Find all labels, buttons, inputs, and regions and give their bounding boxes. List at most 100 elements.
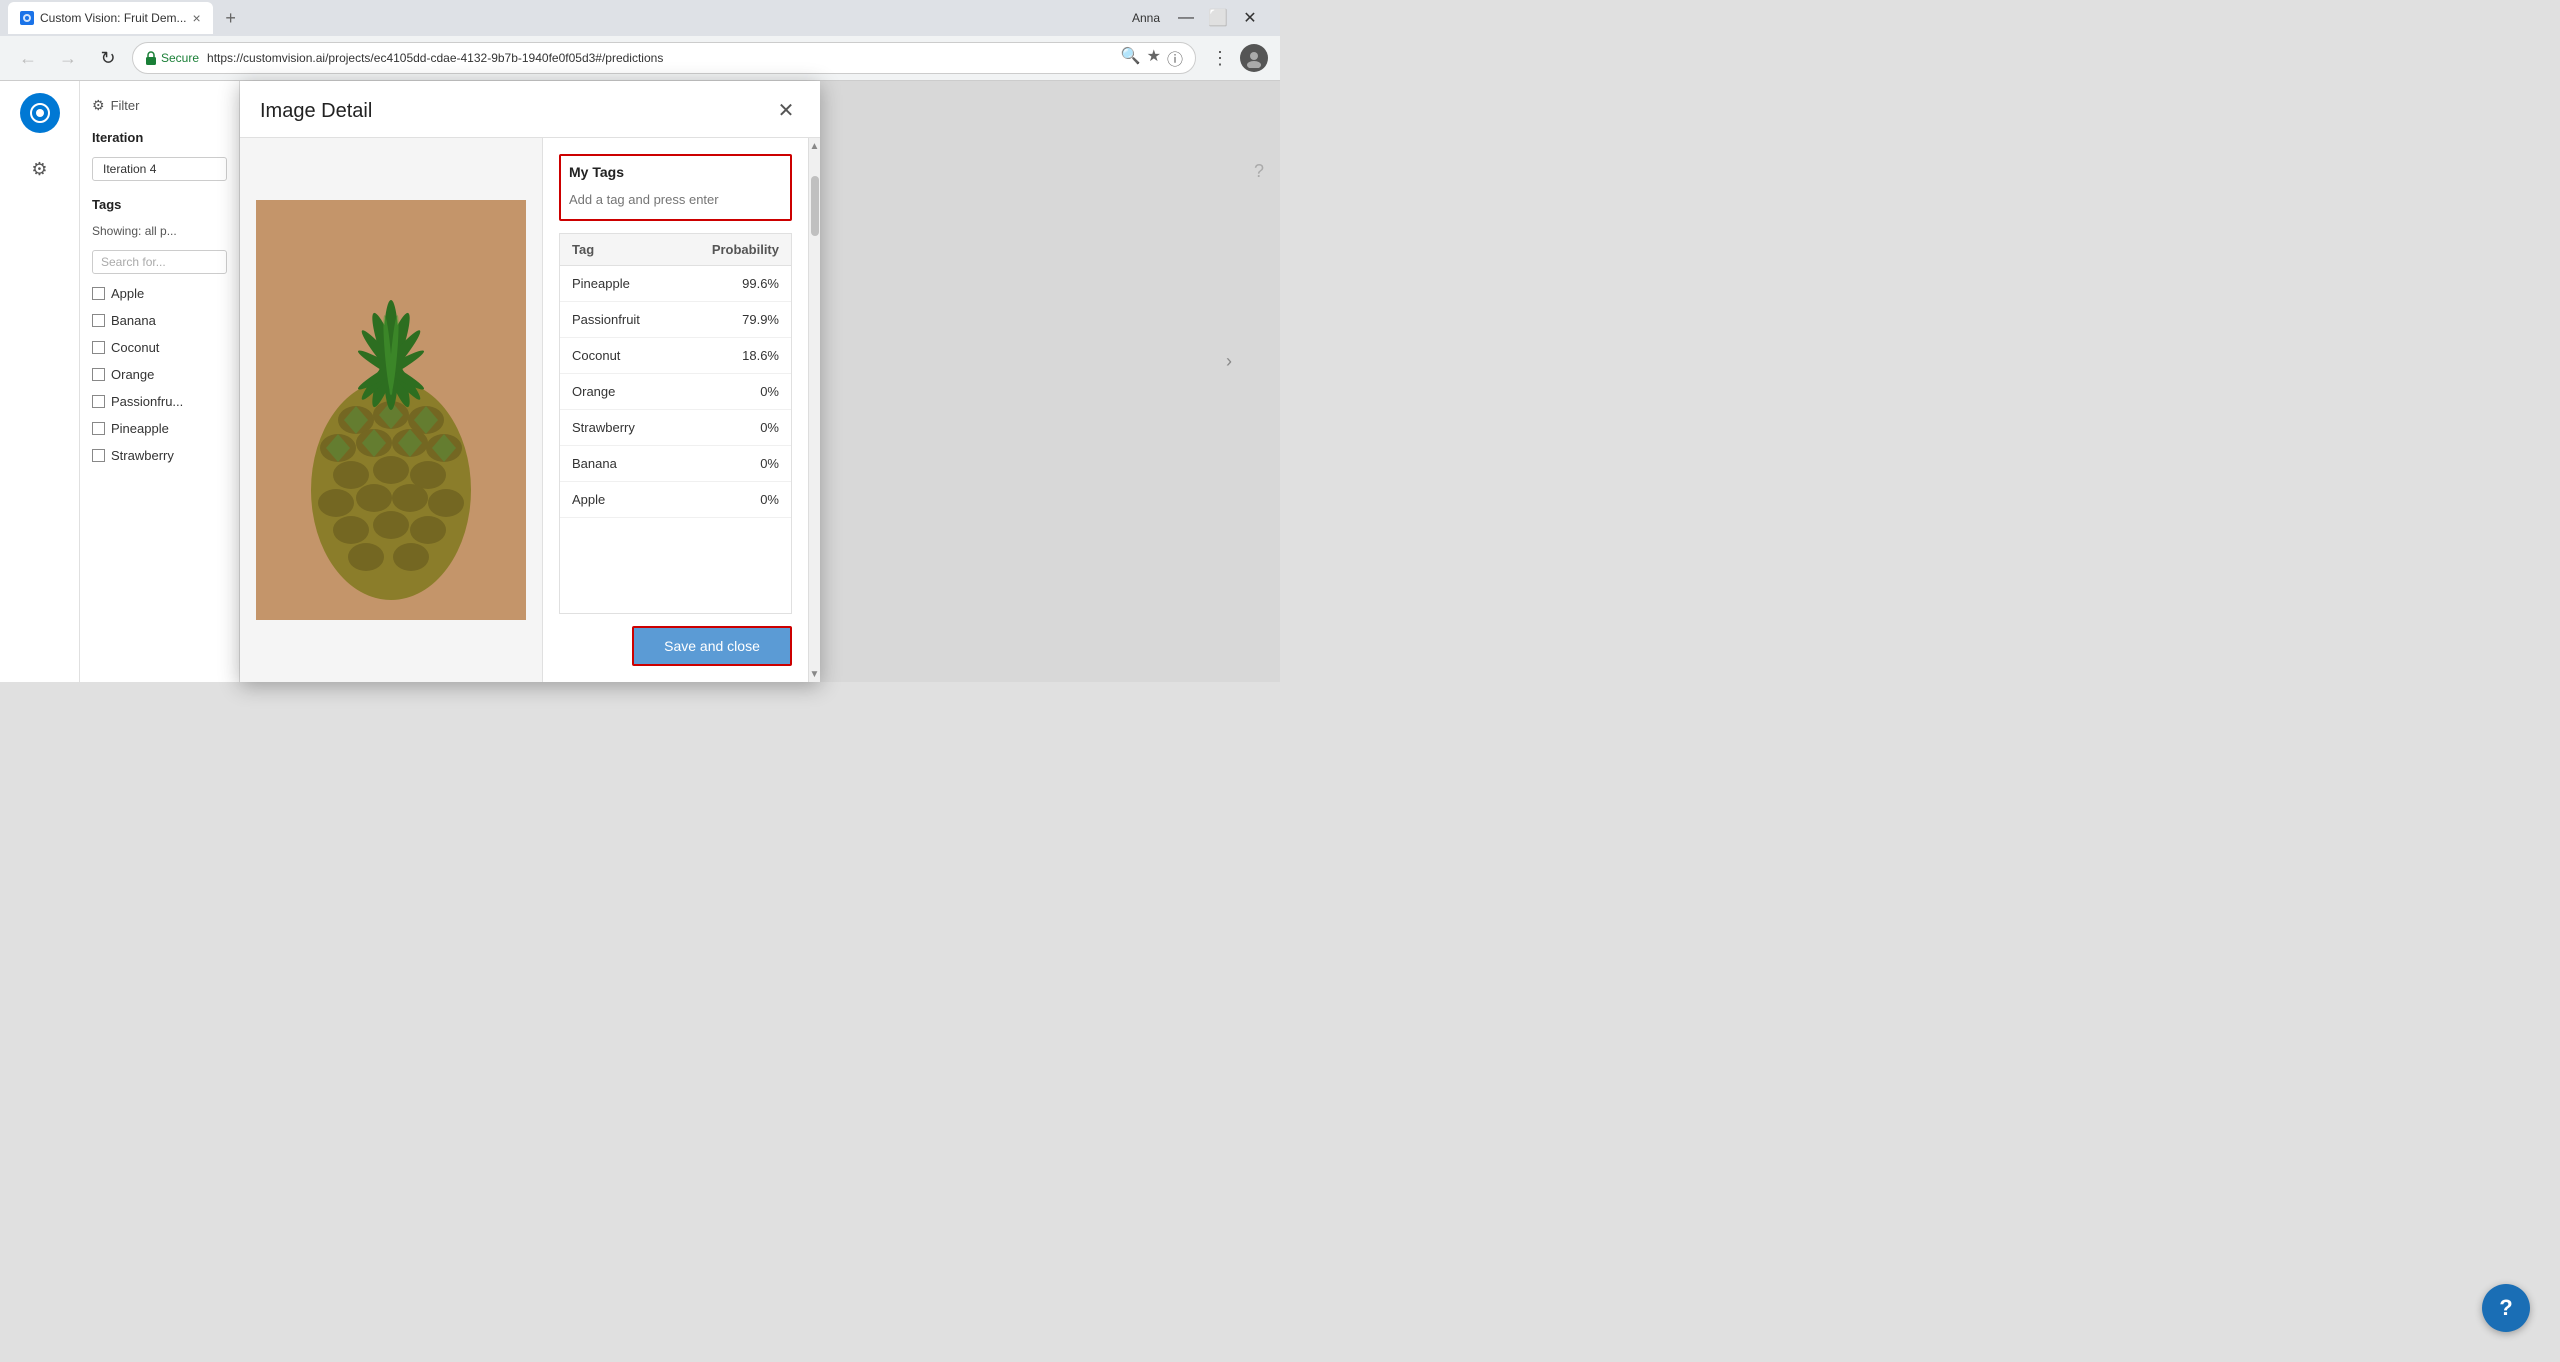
tag-prob-strawberry: 0% — [699, 420, 779, 435]
help-button[interactable]: ? — [2482, 1284, 2530, 1332]
tag-prob-passionfruit: 79.9% — [699, 312, 779, 327]
bookmark-icon[interactable]: ★ — [1147, 46, 1161, 70]
modal-title: Image Detail — [260, 100, 372, 123]
tag-checkbox-coconut[interactable] — [92, 341, 105, 354]
table-row-passionfruit: Passionfruit 79.9% — [560, 302, 791, 338]
new-tab-button[interactable]: + — [217, 4, 245, 32]
tag-prob-apple: 0% — [699, 492, 779, 507]
filter-icon: ⚙ — [92, 97, 105, 114]
tag-item-strawberry[interactable]: Strawberry — [92, 448, 227, 463]
tag-label-strawberry: Strawberry — [111, 448, 174, 463]
sidebar: ⚙ — [0, 81, 80, 682]
my-tags-panel: My Tags — [559, 154, 792, 221]
close-button[interactable]: ✕ — [1236, 4, 1264, 32]
window-controls: Anna — ⬜ ✕ — [1132, 4, 1272, 32]
left-panel: ⚙ Filter Iteration Iteration 4 Tags Show… — [80, 81, 240, 682]
modal-scrollbar[interactable]: ▲ ▼ — [808, 138, 820, 682]
address-bar: ← → ↻ Secure https://customvision.ai/pro… — [0, 36, 1280, 80]
tag-label-passionfruit: Passionfru... — [111, 394, 183, 409]
modal-dialog: Image Detail ✕ — [240, 81, 820, 682]
tag-name-apple: Apple — [572, 492, 699, 507]
tag-name-banana: Banana — [572, 456, 699, 471]
tag-prob-pineapple: 99.6% — [699, 276, 779, 291]
tag-checkbox-strawberry[interactable] — [92, 449, 105, 462]
tag-name-orange: Orange — [572, 384, 699, 399]
my-tags-title: My Tags — [569, 164, 782, 180]
modal-close-button[interactable]: ✕ — [772, 97, 800, 125]
save-and-close-button[interactable]: Save and close — [632, 626, 792, 666]
page-content: ⚙ ⚙ Filter Iteration Iteration 4 Tags Sh… — [0, 81, 1280, 682]
tab-close-button[interactable]: × — [192, 11, 200, 25]
col-tag-header: Tag — [572, 242, 699, 257]
iteration-button[interactable]: Iteration 4 — [92, 157, 227, 181]
tag-item-coconut[interactable]: Coconut — [92, 340, 227, 355]
tab-favicon — [20, 11, 34, 25]
image-section — [240, 138, 542, 682]
secure-label: Secure — [161, 51, 199, 65]
tags-search-box[interactable]: Search for... — [92, 250, 227, 274]
tag-name-coconut: Coconut — [572, 348, 699, 363]
tag-label-pineapple: Pineapple — [111, 421, 169, 436]
tag-checkbox-orange[interactable] — [92, 368, 105, 381]
tags-section: My Tags Tag Probability Pineapple 99.6% — [542, 138, 808, 682]
maximize-button[interactable]: ⬜ — [1204, 4, 1232, 32]
tag-prob-banana: 0% — [699, 456, 779, 471]
tags-label: Tags — [92, 197, 227, 212]
expand-panel-arrow[interactable]: › — [1226, 351, 1232, 372]
modal-header: Image Detail ✕ — [240, 81, 820, 138]
tag-name-passionfruit: Passionfruit — [572, 312, 699, 327]
pineapple-image — [256, 200, 526, 620]
tag-item-orange[interactable]: Orange — [92, 367, 227, 382]
tag-checkbox-apple[interactable] — [92, 287, 105, 300]
info-icon[interactable]: ⓘ — [1167, 46, 1183, 70]
url-text: https://customvision.ai/projects/ec4105d… — [207, 51, 1113, 65]
window-user: Anna — [1132, 11, 1160, 25]
modal-body: My Tags Tag Probability Pineapple 99.6% — [240, 138, 820, 682]
predictions-table: Tag Probability Pineapple 99.6% Passionf… — [559, 233, 792, 614]
profile-avatar[interactable] — [1240, 44, 1268, 72]
tag-name-strawberry: Strawberry — [572, 420, 699, 435]
browser-action-icons: ⋮ — [1204, 42, 1268, 74]
col-probability-header: Probability — [699, 242, 779, 257]
tag-checkbox-pineapple[interactable] — [92, 422, 105, 435]
back-button[interactable]: ← — [12, 42, 44, 74]
table-row-banana: Banana 0% — [560, 446, 791, 482]
tag-checkbox-passionfruit[interactable] — [92, 395, 105, 408]
tag-item-apple[interactable]: Apple — [92, 286, 227, 301]
tag-label-banana: Banana — [111, 313, 156, 328]
help-icon-page[interactable]: ? — [1254, 161, 1264, 182]
tag-prob-orange: 0% — [699, 384, 779, 399]
minimize-button[interactable]: — — [1172, 4, 1200, 32]
more-options-button[interactable]: ⋮ — [1204, 42, 1236, 74]
forward-button[interactable]: → — [52, 42, 84, 74]
table-row-orange: Orange 0% — [560, 374, 791, 410]
browser-chrome: Custom Vision: Fruit Dem... × + Anna — ⬜… — [0, 0, 1280, 81]
scrollbar-down-arrow[interactable]: ▼ — [809, 666, 821, 682]
tab-bar: Custom Vision: Fruit Dem... × + Anna — ⬜… — [0, 0, 1280, 36]
app-logo[interactable] — [20, 93, 60, 133]
reload-button[interactable]: ↻ — [92, 42, 124, 74]
tag-prob-coconut: 18.6% — [699, 348, 779, 363]
filter-sidebar-icon[interactable]: ⚙ — [20, 149, 60, 189]
tag-item-passionfruit[interactable]: Passionfru... — [92, 394, 227, 409]
table-row-apple: Apple 0% — [560, 482, 791, 518]
table-row-strawberry: Strawberry 0% — [560, 410, 791, 446]
filter-panel-title: ⚙ Filter — [92, 97, 227, 114]
table-header: Tag Probability — [560, 234, 791, 266]
url-icons: 🔍 ★ ⓘ — [1121, 46, 1183, 70]
active-tab[interactable]: Custom Vision: Fruit Dem... × — [8, 2, 213, 34]
scrollbar-up-arrow[interactable]: ▲ — [809, 138, 821, 154]
main-area: ? › Image Detail ✕ — [240, 81, 1280, 682]
tag-label-coconut: Coconut — [111, 340, 159, 355]
search-url-icon[interactable]: 🔍 — [1121, 46, 1141, 70]
tag-name-pineapple: Pineapple — [572, 276, 699, 291]
tag-checkbox-banana[interactable] — [92, 314, 105, 327]
tag-item-pineapple[interactable]: Pineapple — [92, 421, 227, 436]
tab-title: Custom Vision: Fruit Dem... — [40, 11, 186, 25]
tag-item-banana[interactable]: Banana — [92, 313, 227, 328]
tag-input-field[interactable] — [569, 188, 782, 211]
iteration-label: Iteration — [92, 130, 227, 145]
scrollbar-thumb[interactable] — [811, 176, 819, 236]
tag-label-apple: Apple — [111, 286, 144, 301]
url-bar[interactable]: Secure https://customvision.ai/projects/… — [132, 42, 1196, 74]
